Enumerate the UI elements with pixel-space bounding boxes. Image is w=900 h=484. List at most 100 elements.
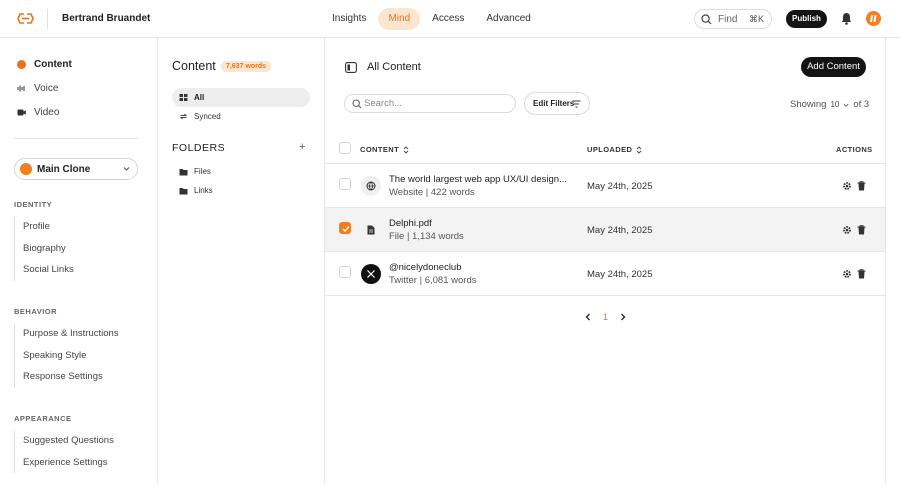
waveform-icon [17,85,25,91]
sidebar-item-speaking-style[interactable]: Speaking Style [15,345,119,367]
publish-button[interactable]: Publish [786,10,827,28]
folders-title: FOLDERS [172,142,226,154]
sidebar-item-suggested-questions[interactable]: Suggested Questions [15,430,114,452]
sidebar-item-voice[interactable]: Voice [17,81,58,95]
folder-icon [179,168,188,175]
folder-label: Files [194,167,211,176]
sort-icon [636,145,642,154]
column-content[interactable]: CONTENT [360,145,409,154]
collection-icon [179,94,188,101]
showing-control: Showing 10 of 3 [790,99,869,110]
sidebar-item-profile[interactable]: Profile [15,216,74,238]
top-bar: Bertrand Bruandet Insights Mind Access A… [0,0,900,38]
gear-icon[interactable] [842,181,852,191]
select-all-checkbox[interactable] [339,142,351,154]
chevron-down-icon[interactable] [843,102,849,108]
nav-access[interactable]: Access [422,8,474,30]
sidebar-item-biography[interactable]: Biography [15,238,74,260]
clone-avatar [20,163,32,175]
row-checkbox[interactable] [339,266,351,278]
clone-label: Main Clone [37,164,91,175]
table-header: CONTENT UPLOADED ACTIONS [325,136,885,164]
table-row[interactable]: The world largest web app UX/UI design..… [325,164,885,208]
folder-files[interactable]: Files [172,162,310,181]
sidebar-item-response-settings[interactable]: Response Settings [15,366,119,388]
trash-icon[interactable] [857,181,866,191]
clone-selector[interactable]: Main Clone [14,158,138,180]
edit-filters-button[interactable]: Edit Filters [524,92,590,115]
nav-insights[interactable]: Insights [322,8,376,30]
row-date: May 24th, 2025 [587,181,653,192]
gear-icon[interactable] [842,225,852,235]
row-date: May 24th, 2025 [587,225,653,236]
row-title: @nicelydoneclub [389,262,462,273]
sidebar-item-label: Video [34,106,60,118]
sidebar: Content Voice Video Main Clone IDENTITY … [0,38,158,484]
page-size-select[interactable]: 10 [830,100,839,109]
bell-icon[interactable] [841,12,852,25]
identity-group: Profile Biography Social Links [14,216,74,281]
filter-synced[interactable]: Synced [172,107,310,126]
row-title: Delphi.pdf [389,218,432,229]
content-panel-title: Content [172,59,216,73]
sidebar-item-social-links[interactable]: Social Links [15,259,74,281]
globe-icon [361,176,381,196]
folder-icon [179,187,188,194]
column-actions: ACTIONS [836,145,873,154]
edit-filters-label: Edit Filters [533,99,575,108]
row-checkbox[interactable] [339,222,351,234]
page-number[interactable]: 1 [603,312,608,322]
nav-mind[interactable]: Mind [378,8,421,30]
filter-label: All [194,93,205,102]
search-icon [701,14,712,25]
sync-icon [179,113,188,120]
nav-advanced[interactable]: Advanced [476,8,540,30]
find-button[interactable]: Find ⌘K [694,9,772,29]
behavior-group: Purpose & Instructions Speaking Style Re… [14,323,119,388]
content-panel: Content 7,637 words All Synced FOLDERS +… [158,38,325,484]
folder-links[interactable]: Links [172,181,310,200]
search-icon [352,99,362,109]
sidebar-item-label: Content [34,58,72,70]
file-icon [361,220,381,240]
filter-all[interactable]: All [172,88,310,107]
table-row[interactable]: Delphi.pdf File | 1,134 words May 24th, … [325,208,885,252]
column-label: UPLOADED [587,145,633,154]
main-panel: All Content Add Content Edit Filters Sho… [325,38,885,484]
row-subtitle: File | 1,134 words [389,231,464,242]
chevron-left-icon[interactable] [585,313,591,321]
row-subtitle: Website | 422 words [389,187,475,198]
column-uploaded[interactable]: UPLOADED [587,145,642,154]
sidebar-item-purpose[interactable]: Purpose & Instructions [15,323,119,345]
column-label: CONTENT [360,145,400,154]
search-field[interactable] [344,94,516,113]
divider [14,138,138,139]
panel-toggle-icon[interactable] [345,62,357,73]
dot-icon [17,59,26,69]
row-date: May 24th, 2025 [587,269,653,280]
row-checkbox[interactable] [339,178,351,190]
showing-total: of 3 [853,99,870,110]
filter-label: Synced [194,112,221,121]
user-name[interactable]: Bertrand Bruandet [62,13,150,24]
chevron-right-icon[interactable] [620,313,626,321]
add-content-button[interactable]: Add Content [801,57,866,77]
pagination: 1 [585,312,626,322]
gear-icon[interactable] [842,269,852,279]
logo-icon[interactable] [17,12,34,25]
appearance-group: Suggested Questions Experience Settings [14,430,114,473]
trash-icon[interactable] [857,269,866,279]
trash-icon[interactable] [857,225,866,235]
word-count-badge: 7,637 words [221,61,272,72]
avatar[interactable] [866,11,881,26]
table-row[interactable]: @nicelydoneclub Twitter | 6,081 words Ma… [325,252,885,296]
section-title-appearance: APPEARANCE [14,414,72,423]
add-folder-icon[interactable]: + [299,141,305,153]
main-nav: Insights Mind Access Advanced [322,8,541,30]
divider [885,38,886,484]
chevron-down-icon [123,167,130,171]
sidebar-item-experience-settings[interactable]: Experience Settings [15,452,114,474]
sidebar-item-content[interactable]: Content [17,57,72,71]
sidebar-item-video[interactable]: Video [17,105,59,119]
search-input[interactable] [364,97,504,110]
